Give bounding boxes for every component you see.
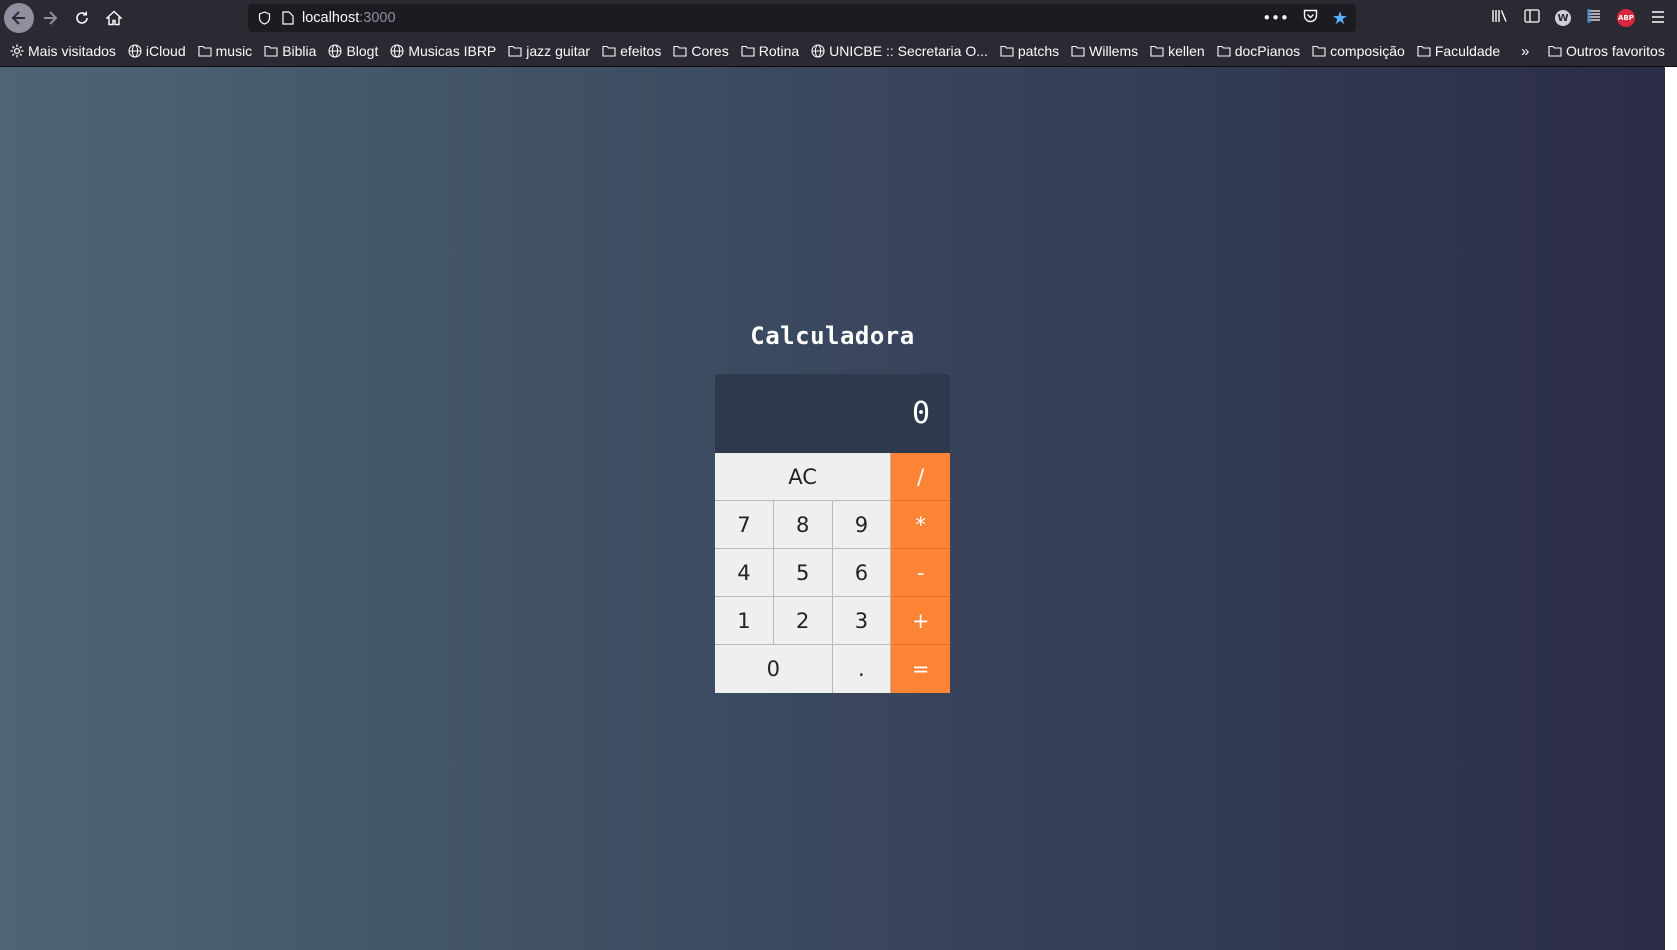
bookmark-label: Rotina — [758, 43, 800, 59]
sidebar-icon[interactable] — [1523, 9, 1541, 27]
globe-icon — [328, 44, 342, 58]
bookmark-label: patchs — [1017, 43, 1060, 59]
digit-5-button[interactable]: 5 — [773, 549, 833, 597]
bookmark-item[interactable]: jazz guitar — [508, 43, 590, 59]
bookmark-item[interactable]: Biblia — [264, 43, 316, 59]
folder-icon — [264, 44, 278, 58]
bookmark-label: iCloud — [145, 43, 186, 59]
url-text[interactable]: localhost:3000 — [302, 10, 396, 26]
page-title: Calculadora — [750, 322, 915, 350]
bookmark-item[interactable]: composição — [1312, 43, 1405, 59]
bookmark-label: jazz guitar — [526, 43, 591, 59]
page-actions-icon[interactable]: ••• — [1262, 9, 1289, 27]
bookmarks-list: Mais visitados iCloud music Biblia Blogt Musi… — [0, 43, 1500, 59]
folder-icon — [673, 44, 687, 58]
equals-button[interactable]: = — [891, 645, 950, 693]
folder-icon — [1217, 44, 1231, 58]
folder-icon — [1548, 44, 1562, 58]
bookmark-item[interactable]: patchs — [1000, 43, 1059, 59]
bookmark-item[interactable]: Cores — [673, 43, 729, 59]
bookmark-label: docPianos — [1234, 43, 1301, 59]
home-icon[interactable] — [100, 4, 128, 32]
folder-icon — [198, 44, 212, 58]
globe-icon — [390, 44, 404, 58]
add-button[interactable]: + — [891, 597, 950, 645]
chevron-more-icon[interactable]: » — [1521, 36, 1529, 66]
bookmark-item[interactable]: UNICBE :: Secretaria O... — [811, 43, 988, 59]
folder-icon — [508, 44, 522, 58]
adblock-plus-icon[interactable]: ABP — [1617, 9, 1635, 27]
bookmark-label: Biblia — [282, 43, 317, 59]
bookmark-label: music — [215, 43, 253, 59]
digit-6-button[interactable]: 6 — [832, 549, 892, 597]
digit-2-button[interactable]: 2 — [773, 597, 833, 645]
url-port: :3000 — [359, 10, 396, 26]
digit-8-button[interactable]: 8 — [773, 501, 833, 549]
bookmark-star-icon[interactable]: ★ — [1332, 8, 1348, 29]
bookmark-item[interactable]: Musicas IBRP — [390, 43, 496, 59]
digit-1-button[interactable]: 1 — [715, 597, 774, 645]
bookmark-other-favorites[interactable]: Outros favoritos — [1548, 36, 1665, 66]
bookmark-item[interactable]: Faculdade — [1417, 43, 1500, 59]
folder-icon — [741, 44, 755, 58]
bookmark-label: Mais visitados — [28, 43, 116, 59]
bookmark-label: composição — [1330, 43, 1405, 59]
calculator-display: 0 — [715, 374, 950, 453]
bookmark-label: UNICBE :: Secretaria O... — [829, 43, 988, 59]
bookmark-label: Cores — [691, 43, 729, 59]
bookmark-item[interactable]: kellen — [1150, 43, 1205, 59]
back-arrow-icon[interactable] — [4, 3, 34, 33]
bookmark-label: kellen — [1168, 43, 1205, 59]
multiply-button[interactable]: * — [891, 501, 950, 549]
reload-icon[interactable] — [68, 4, 96, 32]
bookmark-item[interactable]: docPianos — [1217, 43, 1300, 59]
bookmark-item[interactable]: efeitos — [602, 43, 661, 59]
subtract-button[interactable]: - — [891, 549, 950, 597]
bookmark-item[interactable]: Mais visitados — [10, 43, 116, 59]
folder-icon — [602, 44, 616, 58]
bookmark-label: efeitos — [620, 43, 662, 59]
url-bar[interactable]: localhost:3000 ••• ★ — [248, 4, 1356, 32]
extension-w-icon[interactable]: W — [1555, 10, 1571, 26]
clear-button[interactable]: AC — [715, 453, 892, 501]
bookmark-label: Outros favoritos — [1566, 43, 1665, 59]
globe-icon — [128, 44, 142, 58]
bookmark-item[interactable]: Willems — [1071, 43, 1138, 59]
folder-icon — [1417, 44, 1431, 58]
bookmark-label: Musicas IBRP — [408, 43, 497, 59]
folder-icon — [1071, 44, 1085, 58]
folder-icon — [1000, 44, 1014, 58]
gear-icon — [10, 44, 24, 58]
digit-9-button[interactable]: 9 — [832, 501, 892, 549]
decimal-button[interactable]: . — [832, 645, 892, 693]
calculator-keypad: AC / 7 8 9 * 4 5 6 - 1 2 3 + 0 . = — [715, 453, 950, 693]
hamburger-menu-icon[interactable] — [1649, 9, 1667, 27]
forward-arrow-icon[interactable] — [36, 4, 64, 32]
bookmark-label: Faculdade — [1434, 43, 1501, 59]
bookmark-item[interactable]: Rotina — [741, 43, 799, 59]
browser-toolbar: localhost:3000 ••• ★ W ABP — [0, 0, 1677, 36]
page-icon — [282, 11, 296, 25]
bookmark-item[interactable]: music — [198, 43, 253, 59]
folder-icon — [1312, 44, 1326, 58]
digit-7-button[interactable]: 7 — [715, 501, 774, 549]
library-icon[interactable] — [1491, 9, 1509, 27]
digit-3-button[interactable]: 3 — [832, 597, 892, 645]
digit-0-button[interactable]: 0 — [715, 645, 833, 693]
bookmark-label: Blogt — [346, 43, 379, 59]
scrollbar-gutter — [1665, 67, 1677, 950]
extension-list-icon[interactable] — [1585, 9, 1603, 27]
url-host: localhost — [302, 10, 360, 26]
folder-icon — [1150, 44, 1164, 58]
divide-button[interactable]: / — [891, 453, 950, 501]
bookmark-item[interactable]: Blogt — [328, 43, 378, 59]
bookmark-label: Willems — [1089, 43, 1139, 59]
calculator: 0 AC / 7 8 9 * 4 5 6 - 1 2 3 + 0 . = — [715, 374, 950, 693]
shield-icon[interactable] — [258, 11, 272, 25]
digit-4-button[interactable]: 4 — [715, 549, 774, 597]
globe-icon — [811, 44, 825, 58]
bookmark-item[interactable]: iCloud — [128, 43, 186, 59]
pocket-icon[interactable] — [1303, 9, 1318, 27]
bookmarks-toolbar: Mais visitados iCloud music Biblia Blogt Musi… — [0, 36, 1677, 67]
